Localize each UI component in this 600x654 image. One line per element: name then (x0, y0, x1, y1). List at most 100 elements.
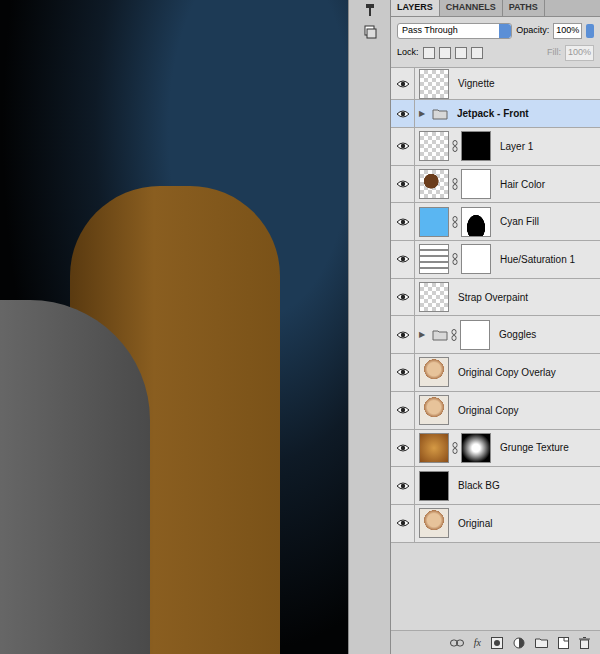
layer-row[interactable]: Original Copy Overlay (391, 354, 600, 392)
link-icon[interactable] (452, 178, 458, 190)
layer-name[interactable]: Goggles (499, 327, 536, 342)
eye-icon[interactable] (396, 79, 410, 89)
visibility-toggle[interactable] (391, 100, 415, 127)
layer-row[interactable]: Hue/Saturation 1 (391, 241, 600, 279)
layer-row[interactable]: Original (391, 505, 600, 543)
visibility-toggle[interactable] (391, 467, 415, 504)
layer-mask[interactable] (461, 207, 491, 237)
layer-thumbnail (419, 433, 449, 463)
layer-name[interactable]: Vignette (458, 76, 495, 91)
eye-icon[interactable] (396, 481, 410, 491)
layer-mask[interactable] (461, 169, 491, 199)
link-icon[interactable] (452, 216, 458, 228)
visibility-toggle[interactable] (391, 241, 415, 278)
layer-row[interactable]: Cyan Fill (391, 203, 600, 241)
lock-transparency-icon[interactable] (423, 47, 435, 59)
adjustment-icon[interactable] (513, 637, 525, 649)
layer-name[interactable]: Hue/Saturation 1 (500, 252, 575, 267)
link-icon[interactable] (452, 442, 458, 454)
panel-tab[interactable]: CHANNELS (440, 0, 503, 16)
layer-row[interactable]: Original Copy (391, 392, 600, 430)
eye-icon[interactable] (396, 109, 410, 119)
mask-icon[interactable] (491, 637, 503, 649)
eye-icon[interactable] (396, 292, 410, 302)
layer-name[interactable]: Hair Color (500, 177, 545, 192)
new-layer-icon[interactable] (558, 637, 569, 649)
layer-name[interactable]: Jetpack - Front (457, 106, 529, 121)
visibility-toggle[interactable] (391, 128, 415, 165)
layer-mask[interactable] (461, 433, 491, 463)
layer-mask[interactable] (461, 131, 491, 161)
visibility-toggle[interactable] (391, 354, 415, 391)
panel-tab[interactable]: LAYERS (391, 0, 440, 16)
eye-icon[interactable] (396, 367, 410, 377)
link-icon[interactable] (451, 329, 457, 341)
panel-tabs: LAYERSCHANNELSPATHS (391, 0, 600, 17)
layer-row[interactable]: Black BG (391, 467, 600, 505)
eye-icon[interactable] (396, 217, 410, 227)
opacity-field[interactable]: 100% (553, 23, 582, 39)
fill-label: Fill: (547, 46, 561, 60)
layer-name[interactable]: Layer 1 (500, 139, 533, 154)
layer-mask[interactable] (460, 320, 490, 350)
expand-toggle[interactable]: ▶ (419, 329, 429, 341)
eye-icon[interactable] (396, 518, 410, 528)
layer-row[interactable]: ▶ Goggles (391, 316, 600, 354)
layer-thumbnail (419, 244, 449, 274)
layer-thumbnail (419, 207, 449, 237)
layer-name[interactable]: Black BG (458, 478, 500, 493)
visibility-toggle[interactable] (391, 279, 415, 316)
clone-icon[interactable] (362, 24, 378, 40)
link-icon[interactable] (452, 140, 458, 152)
layer-mask[interactable] (461, 244, 491, 274)
layer-thumbnail (419, 131, 449, 161)
expand-toggle[interactable]: ▶ (419, 108, 429, 120)
fill-field[interactable]: 100% (565, 45, 594, 61)
visibility-toggle[interactable] (391, 430, 415, 467)
lock-pixels-icon[interactable] (439, 47, 451, 59)
panel-tab[interactable]: PATHS (503, 0, 545, 16)
layer-thumbnail (419, 395, 449, 425)
bottom-bar: fx (391, 630, 600, 654)
layer-row[interactable]: Layer 1 (391, 128, 600, 166)
layers-list: Vignette ▶ Jetpack - Front Layer 1 Hair Colo… (391, 67, 600, 630)
eye-icon[interactable] (396, 179, 410, 189)
canvas-shape (0, 300, 150, 654)
brush-icon[interactable] (362, 2, 378, 18)
lock-all-icon[interactable] (471, 47, 483, 59)
link-layers-icon[interactable] (450, 639, 464, 647)
new-group-icon[interactable] (535, 638, 548, 648)
fx-button[interactable]: fx (474, 635, 481, 650)
eye-icon[interactable] (396, 254, 410, 264)
folder-icon (432, 329, 448, 341)
trash-icon[interactable] (579, 637, 590, 649)
layer-name[interactable]: Grunge Texture (500, 440, 569, 455)
layer-name[interactable]: Strap Overpaint (458, 290, 528, 305)
link-icon[interactable] (452, 253, 458, 265)
layer-thumbnail (419, 69, 449, 99)
layer-name[interactable]: Original Copy Overlay (458, 365, 556, 380)
visibility-toggle[interactable] (391, 505, 415, 542)
eye-icon[interactable] (396, 141, 410, 151)
visibility-toggle[interactable] (391, 316, 415, 353)
visibility-toggle[interactable] (391, 68, 415, 99)
blend-mode-select[interactable]: Pass Through (397, 23, 512, 39)
layer-name[interactable]: Cyan Fill (500, 214, 539, 229)
eye-icon[interactable] (396, 405, 410, 415)
layer-name[interactable]: Original Copy (458, 403, 519, 418)
opacity-label: Opacity: (516, 24, 549, 38)
eye-icon[interactable] (396, 443, 410, 453)
lock-position-icon[interactable] (455, 47, 467, 59)
layer-thumbnail (419, 169, 449, 199)
visibility-toggle[interactable] (391, 392, 415, 429)
layer-row[interactable]: Vignette (391, 68, 600, 100)
layer-name[interactable]: Original (458, 516, 492, 531)
layer-row[interactable]: Hair Color (391, 166, 600, 204)
visibility-toggle[interactable] (391, 166, 415, 203)
canvas[interactable] (0, 0, 348, 654)
layer-row[interactable]: ▶ Jetpack - Front (391, 100, 600, 128)
visibility-toggle[interactable] (391, 203, 415, 240)
layer-row[interactable]: Strap Overpaint (391, 279, 600, 317)
eye-icon[interactable] (396, 330, 410, 340)
layer-row[interactable]: Grunge Texture (391, 430, 600, 468)
